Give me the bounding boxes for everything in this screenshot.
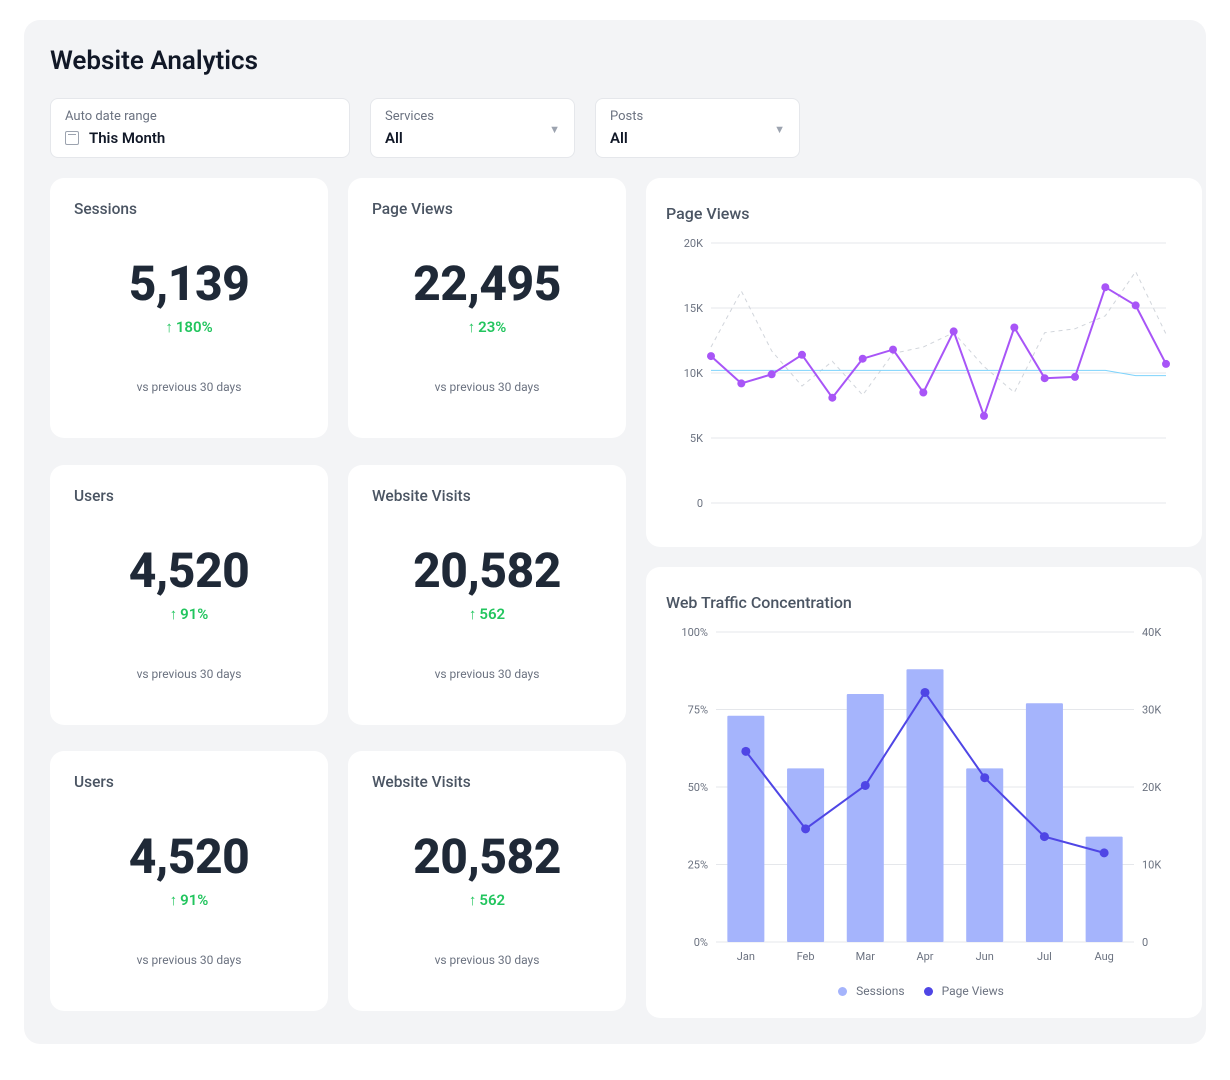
legend-dot-pageviews <box>924 987 933 996</box>
chevron-down-icon: ▼ <box>549 123 560 136</box>
stat-compare: vs previous 30 days <box>372 667 602 681</box>
legend-label-pageviews: Page Views <box>942 984 1004 998</box>
stat-delta: ↑180% <box>74 318 304 336</box>
concentration-chart: 0% 0 25% 10K 50% 20K 75% 30K 100% 40K Jan Feb Mar Ap… <box>666 622 1176 972</box>
svg-text:Mar: Mar <box>856 950 876 963</box>
svg-text:Jul: Jul <box>1037 950 1052 963</box>
stat-compare: vs previous 30 days <box>74 667 304 681</box>
chart-card-pageviews: Page Views 0 5K 10K 15K 20K <box>646 178 1202 547</box>
arrow-up-icon: ↑ <box>469 891 477 909</box>
arrow-up-icon: ↑ <box>468 318 476 336</box>
services-value: All <box>385 129 403 147</box>
posts-value: All <box>610 129 628 147</box>
chevron-down-icon: ▼ <box>774 123 785 136</box>
stat-value: 20,582 <box>372 547 602 595</box>
svg-text:0: 0 <box>697 497 703 510</box>
date-range-value: This Month <box>89 129 165 147</box>
pageviews-chart: 0 5K 10K 15K 20K <box>666 233 1176 523</box>
arrow-up-icon: ↑ <box>469 605 477 623</box>
stat-title: Users <box>74 773 304 791</box>
svg-text:Feb: Feb <box>797 950 815 963</box>
arrow-up-icon: ↑ <box>170 605 178 623</box>
arrow-up-icon: ↑ <box>165 318 173 336</box>
stat-value: 22,495 <box>372 260 602 308</box>
chart-title: Web Traffic Concentration <box>666 593 1176 612</box>
stat-card-visits: Website Visits 20,582 ↑562 vs previous 3… <box>348 465 626 725</box>
stat-title: Website Visits <box>372 773 602 791</box>
svg-text:Jan: Jan <box>737 950 755 963</box>
calendar-icon <box>65 131 79 145</box>
legend-dot-sessions <box>838 987 847 996</box>
svg-text:0: 0 <box>1142 936 1148 949</box>
services-select[interactable]: Services All ▼ <box>370 98 575 158</box>
stat-title: Sessions <box>74 200 304 218</box>
svg-text:100%: 100% <box>681 626 708 639</box>
posts-label: Posts <box>610 109 785 124</box>
date-range-label: Auto date range <box>65 109 335 124</box>
posts-select[interactable]: Posts All ▼ <box>595 98 800 158</box>
stat-card-sessions: Sessions 5,139 ↑180% vs previous 30 days <box>50 178 328 438</box>
svg-text:Apr: Apr <box>916 950 933 963</box>
stat-compare: vs previous 30 days <box>74 953 304 967</box>
svg-text:5K: 5K <box>690 432 703 445</box>
stat-title: Website Visits <box>372 487 602 505</box>
stat-delta: ↑91% <box>74 891 304 909</box>
svg-text:0%: 0% <box>694 936 708 949</box>
svg-text:15K: 15K <box>684 302 703 315</box>
stat-value: 4,520 <box>74 547 304 595</box>
stat-card-pageviews: Page Views 22,495 ↑23% vs previous 30 da… <box>348 178 626 438</box>
chart-card-concentration: Web Traffic Concentration 0% 0 25% 10K 50% 20… <box>646 567 1202 1018</box>
arrow-up-icon: ↑ <box>170 891 178 909</box>
svg-text:75%: 75% <box>688 704 708 717</box>
services-label: Services <box>385 109 560 124</box>
stat-value: 5,139 <box>74 260 304 308</box>
svg-text:10K: 10K <box>1142 859 1161 872</box>
svg-text:20K: 20K <box>1142 781 1161 794</box>
page-title: Website Analytics <box>50 46 1180 76</box>
svg-text:50%: 50% <box>688 781 708 794</box>
stat-delta: ↑562 <box>372 891 602 909</box>
stat-card-users: Users 4,520 ↑91% vs previous 30 days <box>50 465 328 725</box>
stat-card-users-2: Users 4,520 ↑91% vs previous 30 days <box>50 751 328 1011</box>
stat-delta: ↑91% <box>74 605 304 623</box>
stat-value: 20,582 <box>372 833 602 881</box>
svg-text:40K: 40K <box>1142 626 1161 639</box>
svg-text:20K: 20K <box>684 237 703 250</box>
stat-delta: ↑23% <box>372 318 602 336</box>
svg-text:30K: 30K <box>1142 704 1161 717</box>
filter-bar: Auto date range This Month Services All … <box>50 98 1180 158</box>
stat-card-visits-2: Website Visits 20,582 ↑562 vs previous 3… <box>348 751 626 1011</box>
stat-delta: ↑562 <box>372 605 602 623</box>
svg-text:Jun: Jun <box>976 950 994 963</box>
stat-compare: vs previous 30 days <box>372 953 602 967</box>
svg-text:25%: 25% <box>688 859 708 872</box>
stat-value: 4,520 <box>74 833 304 881</box>
chart-title: Page Views <box>666 204 1176 223</box>
stat-compare: vs previous 30 days <box>74 380 304 394</box>
stat-title: Users <box>74 487 304 505</box>
stat-title: Page Views <box>372 200 602 218</box>
chart-legend: Sessions Page Views <box>666 984 1176 998</box>
date-range-select[interactable]: Auto date range This Month <box>50 98 350 158</box>
svg-text:Aug: Aug <box>1094 950 1113 963</box>
legend-label-sessions: Sessions <box>856 984 904 998</box>
svg-text:10K: 10K <box>684 367 703 380</box>
stat-compare: vs previous 30 days <box>372 380 602 394</box>
